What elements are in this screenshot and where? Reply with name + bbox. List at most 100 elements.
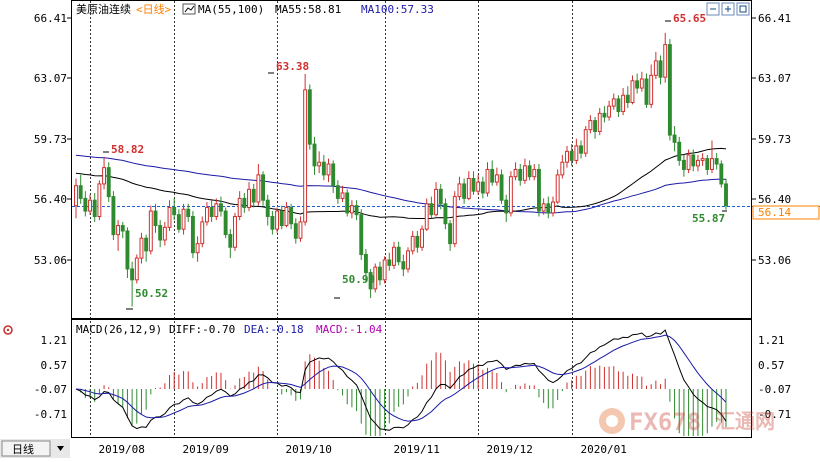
candle-body [125, 230, 130, 270]
watermark-text: FX678 [629, 408, 701, 436]
candle-body [420, 228, 424, 248]
candle-body [275, 210, 280, 230]
candle-body [167, 206, 172, 228]
candle-body [541, 203, 546, 212]
candle-body [551, 201, 555, 214]
candle-body [611, 98, 616, 107]
candle-body [597, 112, 602, 132]
candle-body [462, 183, 467, 199]
annotation-low-aug: 50.52 [135, 287, 168, 300]
period-label[interactable]: <日线> [136, 2, 172, 16]
candle-body [97, 183, 102, 217]
ma-label: MA(55,100) [198, 3, 264, 16]
candle-body [569, 150, 574, 161]
candle-body [172, 206, 177, 216]
macd-tick-3: -0.07 [34, 383, 67, 396]
candle-body [106, 167, 111, 198]
candle-body [195, 243, 200, 254]
candle-body [429, 203, 434, 216]
candle-body [499, 174, 504, 201]
candle-body [695, 159, 700, 167]
price-panel-frame [71, 0, 752, 319]
macd-value: MACD:-1.04 [316, 323, 383, 336]
candle-body [663, 44, 668, 78]
candle-body [452, 196, 457, 245]
candle-body [242, 197, 247, 208]
ma100-polyline [75, 154, 727, 214]
candle-body [279, 210, 284, 227]
candle-body [480, 181, 485, 194]
candle-body [466, 177, 471, 199]
candle-body [588, 120, 593, 131]
candle-body [111, 196, 116, 236]
candle-body [139, 237, 144, 259]
candle-body [237, 197, 242, 217]
candle-body [298, 221, 303, 239]
candle-body [354, 205, 359, 216]
candle-body [555, 174, 560, 203]
candle-body [331, 163, 336, 187]
candle-body [387, 259, 392, 266]
candle-body [382, 259, 387, 281]
candle-body [574, 145, 579, 161]
candle-body [293, 223, 298, 239]
candle-body [326, 163, 331, 176]
candle-body [415, 235, 420, 248]
candle-body [289, 206, 294, 225]
annotation-58-82: 58.82 [111, 143, 144, 156]
candle-body [410, 235, 415, 252]
candle-body [635, 80, 640, 89]
candle-body [256, 174, 261, 203]
candle-body [705, 158, 710, 170]
price-tick-3: 59.73 [34, 133, 67, 146]
candle-body [406, 250, 410, 270]
macd-settings-icon[interactable] [3, 325, 13, 335]
candle-body [321, 161, 326, 176]
candle-body [672, 134, 677, 143]
price-tick-right-1: 66.41 [758, 12, 791, 25]
ma-settings-icon[interactable] [182, 3, 196, 15]
candle-body [251, 188, 256, 203]
candle-body [223, 210, 228, 236]
price-tick-4: 56.40 [34, 193, 67, 206]
candle-body [176, 214, 181, 230]
candle-body [214, 203, 219, 217]
candle-body [710, 158, 714, 170]
candle-body [102, 167, 107, 185]
kline-chart[interactable]: 66.41 63.07 59.73 56.40 53.06 66.41 63.0… [0, 0, 820, 458]
candle-body [560, 161, 565, 176]
month-label: 2019/09 [183, 443, 229, 456]
zoom-in-icon[interactable] [721, 2, 735, 16]
candle-body [424, 203, 429, 230]
candle-body [228, 234, 233, 248]
candle-body [401, 261, 406, 270]
candle-body [247, 188, 251, 208]
candle-body [204, 206, 209, 223]
macd-diff: DIFF:-0.70 [169, 323, 235, 336]
candle-body [434, 188, 439, 216]
annotation-low-oct: 50.99 [342, 273, 375, 286]
instrument-name: 美原油连续 [76, 2, 131, 16]
candle-body [457, 183, 462, 198]
candle-body [686, 154, 691, 170]
candle-body [396, 246, 401, 263]
month-label: 2019/12 [487, 443, 533, 456]
candle-body [359, 214, 364, 255]
candle-body [78, 185, 83, 199]
macd-params: MACD(26,12,9) [76, 323, 162, 336]
candle-body [153, 210, 158, 227]
zoom-out-icon[interactable] [706, 2, 720, 16]
maximize-icon[interactable] [736, 2, 750, 16]
watermark: FX678 汇通网 [599, 408, 775, 436]
candle-body [724, 183, 728, 207]
candle-body [265, 199, 270, 217]
candle-body [630, 80, 635, 104]
macd-tick-right-3: -0.07 [758, 383, 791, 396]
month-label: 2020/01 [581, 443, 627, 456]
candle-body [527, 165, 532, 178]
candle-body [130, 268, 135, 281]
candle-body [476, 181, 481, 192]
candle-body [148, 210, 153, 252]
candle-body [392, 246, 396, 266]
candle-body [653, 60, 658, 76]
